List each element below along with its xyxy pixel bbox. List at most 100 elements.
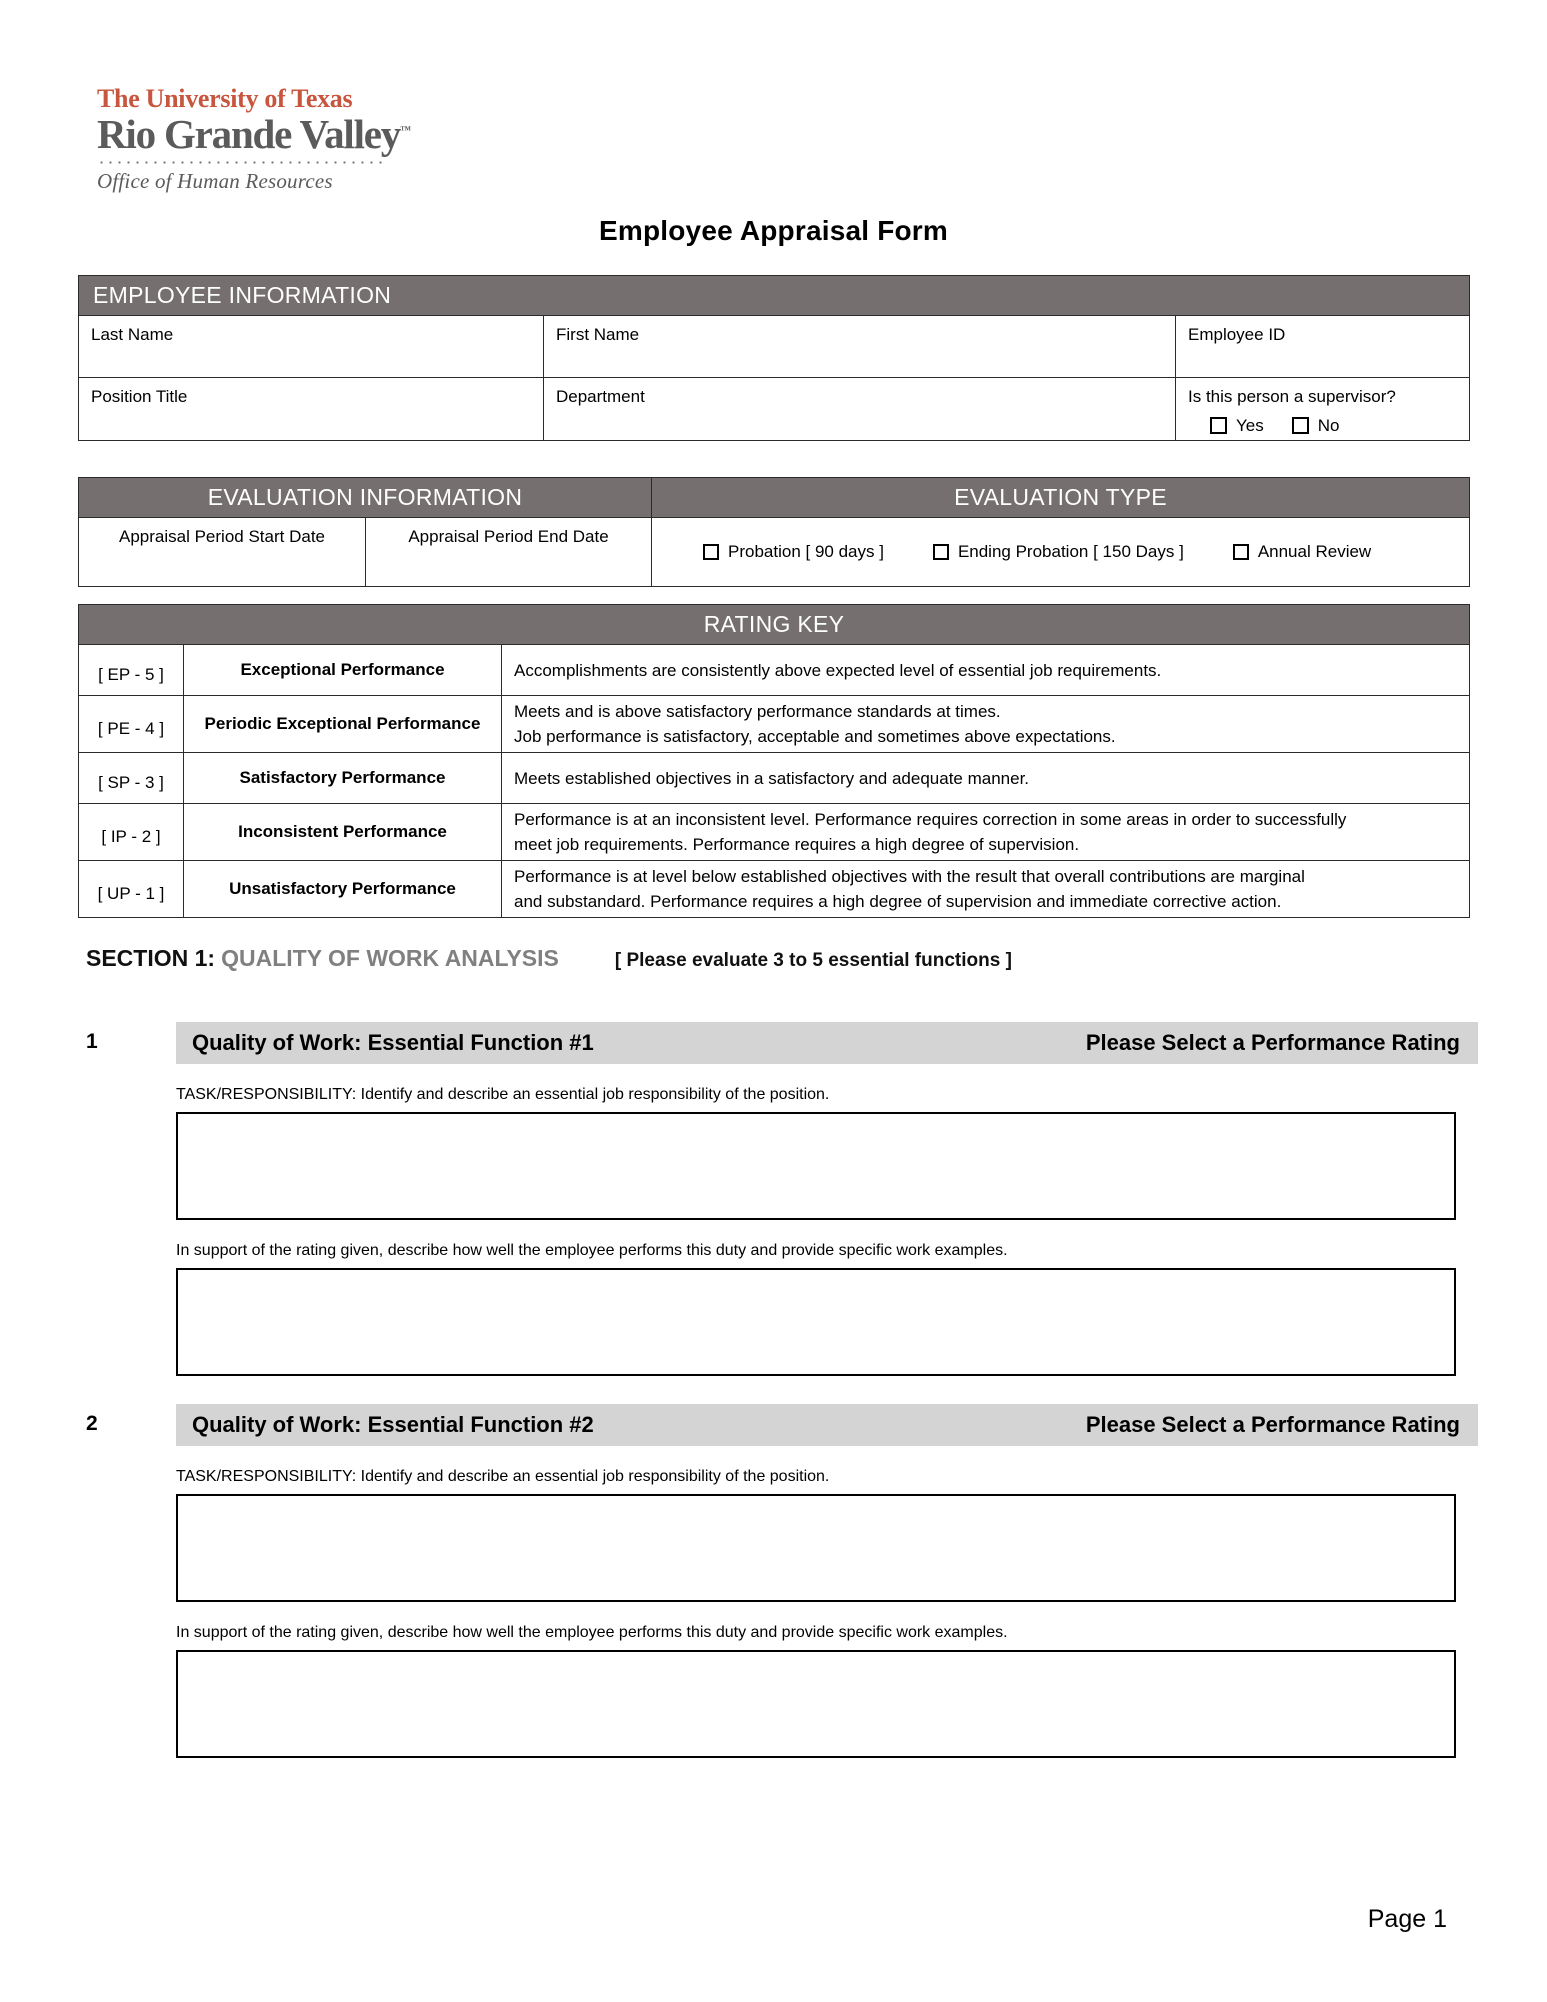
ending-probation-label: Ending Probation [ 150 Days ] (957, 542, 1184, 562)
rating-key-row: [ PE - 4 ] Periodic Exceptional Performa… (79, 695, 1469, 753)
essential-function-block-2: 2 Quality of Work: Essential Function #2… (86, 1404, 1478, 1758)
essential-function-block-1: 1 Quality of Work: Essential Function #1… (86, 1022, 1478, 1376)
rating-name: Inconsistent Performance (183, 804, 501, 861)
first-name-cell[interactable]: First Name (543, 315, 1175, 378)
employee-info-row-1: Last Name First Name Employee ID (79, 315, 1469, 378)
section-1-label: SECTION 1: (86, 945, 216, 971)
rating-description-line: Performance is at an inconsistent level.… (514, 810, 1347, 830)
rating-key-row: [ SP - 3 ] Satisfactory Performance Meet… (79, 752, 1469, 804)
supervisor-question-label: Is this person a supervisor? (1188, 387, 1396, 407)
essential-function-bar: Quality of Work: Essential Function #2 P… (176, 1404, 1478, 1446)
rating-name: Periodic Exceptional Performance (183, 696, 501, 753)
supervisor-no-label: No (1317, 415, 1340, 435)
rating-code: [ PE - 4 ] (97, 718, 165, 738)
appraisal-end-date-cell[interactable]: Appraisal Period End Date (365, 518, 651, 587)
rating-key-section: RATING KEY [ EP - 5 ] Exceptional Perfor… (78, 604, 1470, 919)
rating-description: Meets and is above satisfactory performa… (501, 696, 1469, 753)
support-rating-prompt: In support of the rating given, describe… (176, 1242, 1008, 1259)
essential-function-title: Quality of Work: Essential Function #1 (192, 1030, 594, 1055)
rating-description-line: meet job requirements. Performance requi… (514, 834, 1080, 854)
employee-information-section: EMPLOYEE INFORMATION Last Name First Nam… (78, 275, 1470, 442)
rating-code: [ IP - 2 ] (101, 826, 161, 846)
rating-code: [ EP - 5 ] (98, 664, 164, 684)
annual-review-checkbox[interactable] (1232, 544, 1249, 561)
page-number-footer: Page 1 (1367, 1905, 1447, 1933)
task-responsibility-prompt: TASK/RESPONSIBILITY: Identify and descri… (176, 1468, 830, 1485)
support-rating-input[interactable] (176, 1650, 1456, 1758)
logo-campus-text: Rio Grande Valley (97, 111, 401, 157)
position-title-label: Position Title (91, 387, 188, 407)
support-rating-input[interactable] (176, 1268, 1456, 1376)
essential-function-title: Quality of Work: Essential Function #2 (192, 1412, 594, 1437)
rating-description: Performance is at an inconsistent level.… (501, 804, 1469, 861)
appraisal-end-date-label: Appraisal Period End Date (408, 527, 609, 547)
page-title: Employee Appraisal Form (599, 215, 948, 246)
last-name-cell[interactable]: Last Name (79, 315, 543, 378)
essential-function-index: 1 (86, 1030, 98, 1053)
rating-description-line: Meets and is above satisfactory performa… (514, 702, 1001, 722)
support-rating-prompt: In support of the rating given, describe… (176, 1624, 1008, 1641)
supervisor-checkbox-row: Yes No (1188, 415, 1469, 437)
logo-campus-line: Rio Grande Valley™ (97, 111, 477, 157)
rating-description-line: Performance is at level below establishe… (514, 867, 1305, 887)
rating-description-line: and substandard. Performance requires a … (514, 891, 1282, 911)
essential-function-index: 2 (86, 1412, 98, 1435)
logo-office-line: Office of Human Resources (97, 169, 333, 194)
evaluation-type-header: EVALUATION TYPE (651, 478, 1469, 518)
last-name-label: Last Name (91, 325, 174, 345)
rating-name: Exceptional Performance (183, 645, 501, 696)
performance-rating-select[interactable]: Please Select a Performance Rating (1086, 1030, 1460, 1056)
evaluation-section: EVALUATION INFORMATION EVALUATION TYPE A… (78, 477, 1470, 588)
employee-information-header: EMPLOYEE INFORMATION (79, 276, 1469, 316)
evaluation-body: Appraisal Period Start Date Appraisal Pe… (79, 517, 1469, 587)
evaluation-information-header: EVALUATION INFORMATION (79, 478, 651, 518)
probation-checkbox[interactable] (703, 544, 719, 561)
task-responsibility-input[interactable] (176, 1112, 1456, 1220)
evaluation-type-options: Probation [ 90 days ] Ending Probation [… (651, 518, 1469, 587)
essential-function-bar: Quality of Work: Essential Function #1 P… (176, 1022, 1478, 1064)
task-responsibility-input[interactable] (176, 1494, 1456, 1602)
rating-key-header: RATING KEY (79, 605, 1469, 645)
rating-description-line: Job performance is satisfactory, accepta… (514, 726, 1116, 746)
logo-dotted-divider (97, 161, 387, 165)
evaluation-headers: EVALUATION INFORMATION EVALUATION TYPE (79, 478, 1469, 518)
evaluation-type-probation[interactable]: Probation [ 90 days ] (694, 542, 884, 562)
rating-description-line: Accomplishments are consistently above e… (514, 660, 1162, 680)
employee-info-row-2: Position Title Department Is this person… (79, 377, 1469, 441)
appraisal-start-date-cell[interactable]: Appraisal Period Start Date (79, 518, 365, 586)
rating-name: Unsatisfactory Performance (183, 861, 501, 918)
evaluation-type-annual-review[interactable]: Annual Review (1224, 542, 1371, 562)
supervisor-yes-checkbox[interactable] (1210, 417, 1227, 435)
rating-key-row: [ IP - 2 ] Inconsistent Performance Perf… (79, 803, 1469, 861)
appraisal-start-date-label: Appraisal Period Start Date (119, 527, 325, 547)
position-title-cell[interactable]: Position Title (79, 377, 543, 441)
rating-code: [ SP - 3 ] (98, 772, 164, 792)
employee-id-cell[interactable]: Employee ID (1175, 315, 1469, 378)
ending-probation-checkbox[interactable] (932, 544, 949, 561)
probation-label: Probation [ 90 days ] (728, 542, 884, 562)
task-responsibility-prompt: TASK/RESPONSIBILITY: Identify and descri… (176, 1086, 830, 1103)
first-name-label: First Name (556, 325, 640, 345)
rating-key-row: [ UP - 1 ] Unsatisfactory Performance Pe… (79, 860, 1469, 918)
rating-description: Performance is at level below establishe… (501, 861, 1469, 918)
logo-trademark-icon: ™ (400, 124, 412, 137)
performance-rating-select[interactable]: Please Select a Performance Rating (1086, 1412, 1460, 1438)
evaluation-type-ending-probation[interactable]: Ending Probation [ 150 Days ] (924, 542, 1184, 562)
department-label: Department (556, 387, 645, 407)
supervisor-question-cell: Is this person a supervisor? Yes No (1175, 377, 1469, 441)
rating-key-row: [ EP - 5 ] Exceptional Performance Accom… (79, 644, 1469, 696)
employee-id-label: Employee ID (1188, 325, 1286, 345)
rating-name: Satisfactory Performance (183, 753, 501, 804)
rating-code: [ UP - 1 ] (97, 883, 165, 903)
supervisor-no-checkbox[interactable] (1291, 417, 1309, 435)
section-1-note: [ Please evaluate 3 to 5 essential funct… (614, 950, 1012, 971)
annual-review-label: Annual Review (1257, 542, 1372, 562)
section-1-title: QUALITY OF WORK ANALYSIS (221, 945, 559, 971)
rating-description: Accomplishments are consistently above e… (501, 645, 1469, 696)
appraisal-form-page: The University of Texas Rio Grande Valle… (0, 0, 1547, 2002)
section-1-heading: SECTION 1: QUALITY OF WORK ANALYSIS [ Pl… (86, 945, 1012, 972)
supervisor-yes-label: Yes (1236, 415, 1264, 435)
department-cell[interactable]: Department (543, 377, 1175, 441)
utrgv-logo: The University of Texas Rio Grande Valle… (97, 86, 477, 194)
logo-university-line: The University of Texas (97, 84, 353, 113)
